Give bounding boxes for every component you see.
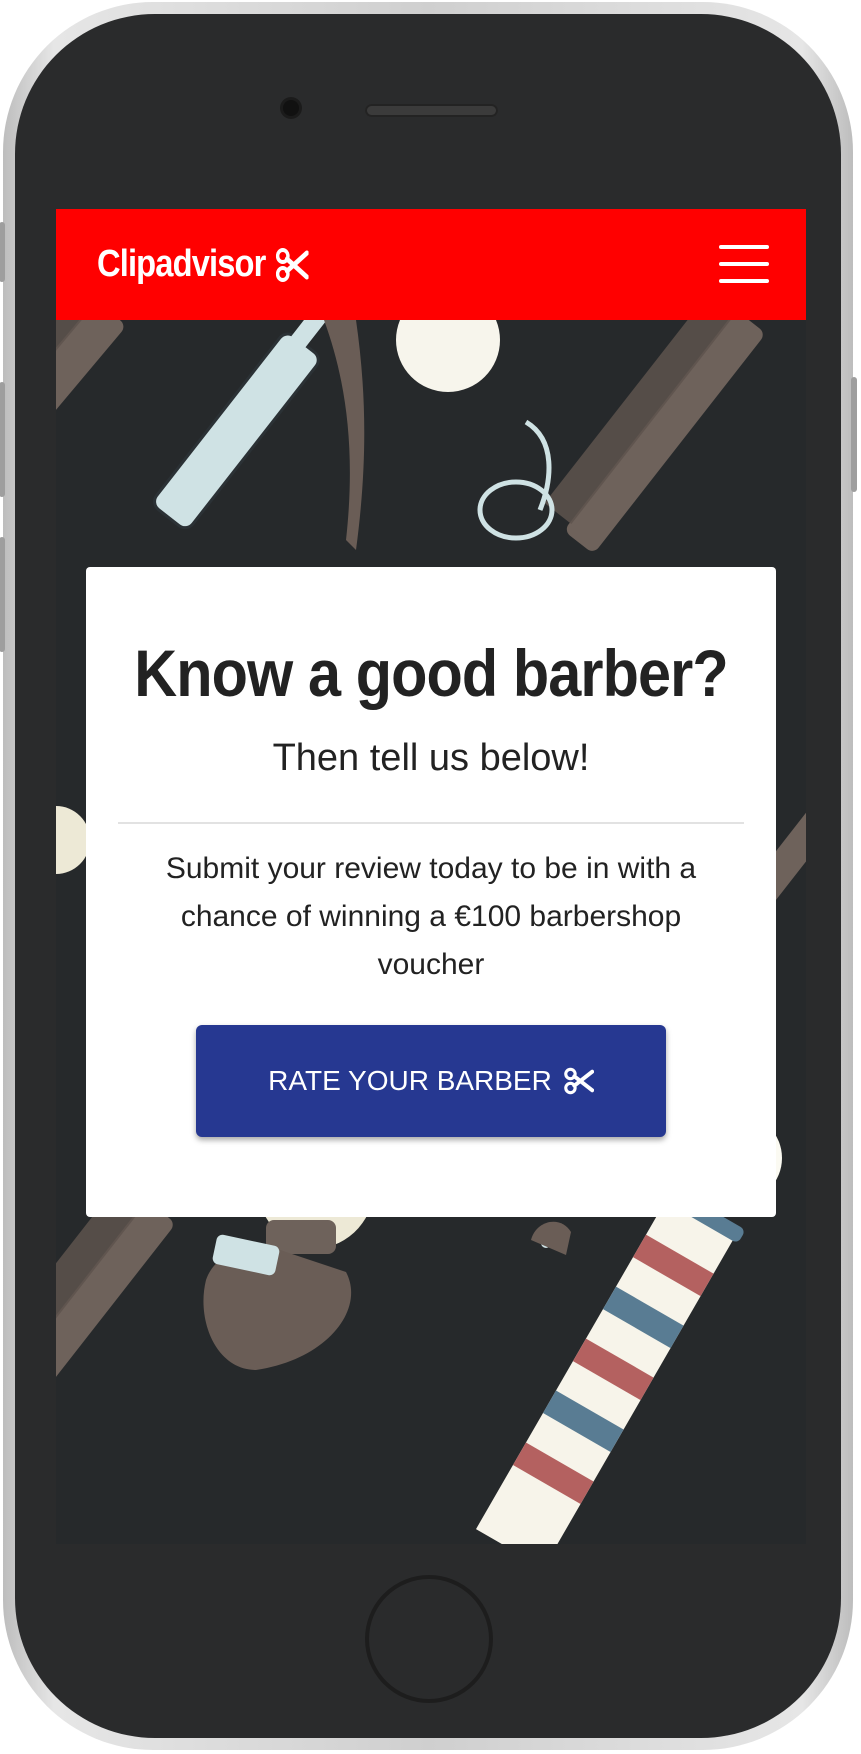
power-button xyxy=(851,377,857,492)
hero-subtitle: Then tell us below! xyxy=(272,737,590,779)
home-button[interactable] xyxy=(365,1575,493,1703)
hero-title: Know a good barber? xyxy=(134,636,728,710)
divider xyxy=(118,822,744,824)
top-navbar: Clipadvisor xyxy=(56,209,806,320)
scissors-icon xyxy=(275,247,309,283)
volume-down-button xyxy=(0,537,5,652)
phone-screen: Clipadvisor Know a good barber? Then tel… xyxy=(56,209,806,1544)
hamburger-menu-icon[interactable] xyxy=(719,245,771,285)
hero-card: Know a good barber? Then tell us below! … xyxy=(86,567,776,1217)
scissors-icon xyxy=(564,1067,594,1095)
earpiece-speaker xyxy=(365,104,498,117)
rate-your-barber-button[interactable]: RATE YOUR BARBER xyxy=(196,1025,666,1137)
brand-logo[interactable]: Clipadvisor xyxy=(97,243,309,286)
hero-description: Submit your review today to be in with a… xyxy=(165,852,697,981)
mute-switch xyxy=(0,222,5,282)
brand-name: Clipadvisor xyxy=(97,243,266,285)
volume-up-button xyxy=(0,382,5,497)
cta-label: RATE YOUR BARBER xyxy=(268,1065,552,1096)
front-camera xyxy=(283,100,299,116)
